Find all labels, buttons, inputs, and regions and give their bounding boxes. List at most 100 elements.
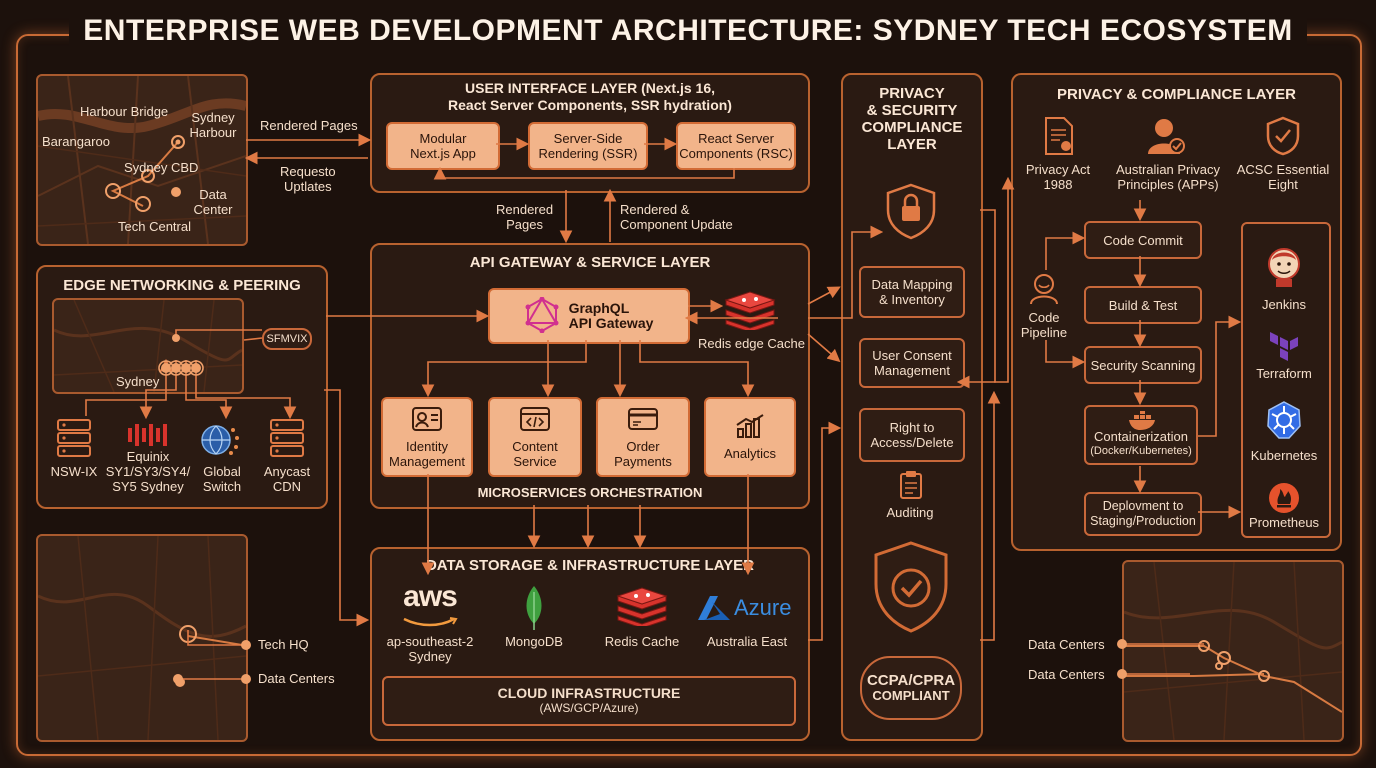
order-line1: Order <box>626 438 660 454</box>
data-mapping-line2: & Inventory <box>879 292 945 307</box>
graphql-icon <box>525 296 559 336</box>
graphql-line1: GraphQL <box>568 300 630 316</box>
equinix-line3: SY5 Sydney <box>112 479 184 494</box>
acsc-line2: Eight <box>1268 177 1298 192</box>
data-storage-title: DATA STORAGE & INFRASTRUCTURE LAYER <box>425 557 755 574</box>
azure-a-icon <box>698 596 730 620</box>
privacy-act-label: Privacy Act 1988 <box>1018 162 1098 192</box>
aws-logo: aws <box>398 580 462 632</box>
edge-map: Sydney <box>52 298 244 394</box>
anycast-line1: Anycast <box>263 464 311 479</box>
code-window-icon <box>519 406 551 435</box>
api-gateway-title: API GATEWAY & SERVICE LAYER <box>469 254 711 271</box>
ccpa-compliant-badge: CCPA/CPRA COMPLIANT <box>860 656 962 720</box>
privacy-title-line1: PRIVACY <box>879 85 945 102</box>
identity-service-box[interactable]: Identity Management <box>381 397 473 477</box>
redis-icon <box>724 290 776 335</box>
user-consent-box[interactable]: User Consent Management <box>859 338 965 388</box>
id-card-icon <box>411 406 443 435</box>
server-rack-icon <box>56 418 92 463</box>
right-access-line2: Access/Delete <box>870 435 954 450</box>
apps-line1: Australian Privacy <box>1115 162 1221 177</box>
shield-lock-icon <box>884 182 938 245</box>
sydney-map: Harbour Bridge Sydney Harbour Barangaroo… <box>36 74 248 246</box>
sfmvix-badge: SFMVIX <box>262 328 312 350</box>
graphql-line2: API Gateway <box>568 315 654 331</box>
code-pipeline-label: Code Pipeline <box>1016 310 1072 340</box>
auditing-label: Auditing <box>886 505 934 520</box>
rsc-box[interactable]: React Server Components (RSC) <box>676 122 796 170</box>
kubernetes-icon <box>1266 400 1302 445</box>
nextjs-app-line1: Modular <box>419 131 467 146</box>
ssr-line2: Rendering (SSR) <box>538 146 638 161</box>
jenkins-icon <box>1266 246 1302 293</box>
ccpa-line2: COMPLIANT <box>872 688 950 703</box>
deployment-line1: Deplovment to <box>1102 499 1184 513</box>
edge-networking-title: EDGE NETWORKING & PEERING <box>63 277 301 294</box>
microservices-orchestration-label: MICROSERVICES ORCHESTRATION <box>477 485 703 500</box>
edge-item-equinix: Equinix SY1/SY3/SY4/ SY5 Sydney <box>100 449 196 494</box>
graphql-gateway-box[interactable]: GraphQL API Gateway <box>488 288 690 344</box>
nextjs-app-box[interactable]: Modular Next.js App <box>386 122 500 170</box>
map-label-data-center: Data Center <box>193 187 233 217</box>
code-pipeline-line2: Pipeline <box>1020 325 1068 340</box>
analytics-box[interactable]: Analytics <box>704 397 796 477</box>
ssr-box[interactable]: Server-Side Rendering (SSR) <box>528 122 648 170</box>
terraform-label: Terraform <box>1256 366 1312 381</box>
order-payments-box[interactable]: Order Payments <box>596 397 690 477</box>
privacy-security-title: PRIVACY & SECURITY COMPLIANCE LAYER <box>843 85 981 153</box>
equinix-line2: SY1/SY3/SY4/ <box>105 464 191 479</box>
security-scanning-box[interactable]: Security Scanning <box>1084 346 1202 384</box>
aws-region-label: ap-southeast-2 Sydney <box>378 634 482 664</box>
map-label-sydney-harbour: Sydney Harbour <box>189 110 237 140</box>
right-to-access-box[interactable]: Right to Access/Delete <box>859 408 965 462</box>
document-certificate-icon <box>1042 116 1076 161</box>
user-consent-line1: User Consent <box>872 348 952 363</box>
flow-label-component-update: Rendered & Component Update <box>620 202 733 232</box>
terraform-icon <box>1268 330 1300 369</box>
ccpa-line1: CCPA/CPRA <box>866 672 956 689</box>
jenkins-label: Jenkins <box>1261 297 1307 312</box>
content-line1: Content <box>512 438 558 454</box>
user-check-icon <box>1146 116 1186 161</box>
shield-check-icon <box>872 540 950 639</box>
code-pipeline-line1: Code <box>1028 310 1060 325</box>
privacy-title-line4: LAYER <box>887 136 937 153</box>
code-commit-box[interactable]: Code Commit <box>1084 221 1202 259</box>
flow-rendered-line1: Rendered <box>496 202 554 217</box>
cloud-infra-line1: CLOUD INFRASTRUCTURE <box>497 685 681 701</box>
bar-chart-icon <box>734 413 766 442</box>
page-title: ENTERPRISE WEB DEVELOPMENT ARCHITECTURE:… <box>0 14 1376 48</box>
flow-label-request-line2: Uptlates <box>283 179 332 194</box>
shield-checkmark-icon <box>1265 116 1301 161</box>
redis-edge-cache-label: Redis edge Cache <box>698 336 805 351</box>
redis-cache-label: Redis Cache <box>604 634 680 649</box>
cloud-infra-line2: (AWS/GCP/Azure) <box>539 701 639 715</box>
ui-layer-title-line2: React Server Components, SSR hydration) <box>448 97 732 113</box>
content-line2: Service <box>513 453 557 469</box>
build-test-box[interactable]: Build & Test <box>1084 286 1202 324</box>
clipboard-icon <box>898 470 924 505</box>
flow-label-rendered-pages-down: Rendered Pages <box>496 202 553 232</box>
flow-rendered-line2: Pages <box>506 217 543 232</box>
data-mapping-box[interactable]: Data Mapping & Inventory <box>859 266 965 318</box>
identity-line2: Management <box>389 453 465 469</box>
payment-card-icon <box>627 406 659 435</box>
azure-region-label: Australia East <box>706 634 788 649</box>
cloud-infrastructure-box[interactable]: CLOUD INFRASTRUCTURE (AWS/GCP/Azure) <box>382 676 796 726</box>
edge-map-label-sydney: Sydney <box>116 374 160 389</box>
identity-line1: Identity <box>406 438 448 454</box>
deployment-box[interactable]: Deplovment to Staging/Production <box>1084 492 1202 536</box>
flow-label-request-line1: Requesto <box>280 164 336 179</box>
apps-label: Australian Privacy Principles (APPs) <box>1108 162 1228 192</box>
content-service-box[interactable]: Content Service <box>488 397 582 477</box>
global-switch-line1: Global <box>203 464 241 479</box>
order-line2: Payments <box>614 453 672 469</box>
nextjs-app-line2: Next.js App <box>410 146 476 161</box>
azure-logo: Azure <box>696 594 791 622</box>
prometheus-label: Prometheus <box>1248 515 1320 530</box>
anycast-line2: CDN <box>272 479 302 494</box>
mongodb-label: MongoDB <box>505 634 563 649</box>
containerization-box[interactable]: Containerization (Docker/Kubernetes) <box>1084 405 1198 465</box>
map-label-sydney-cbd: Sydney CBD <box>124 160 199 175</box>
